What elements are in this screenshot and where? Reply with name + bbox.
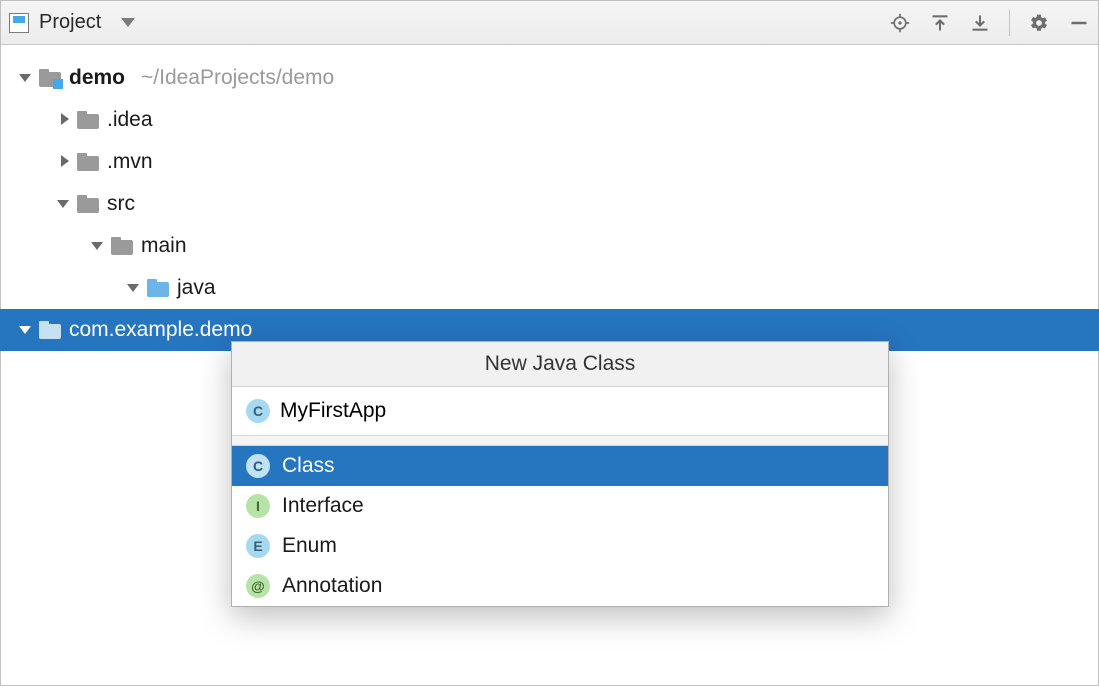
tree-node-label: java [177, 276, 216, 300]
project-icon [9, 13, 29, 33]
folder-icon [77, 111, 99, 129]
chevron-down-icon [19, 72, 31, 84]
tree-node-idea[interactable]: .idea [19, 99, 1098, 141]
chevron-down-icon [91, 240, 103, 252]
option-enum[interactable]: E Enum [232, 526, 888, 566]
toolbar-separator [1009, 10, 1010, 36]
option-class[interactable]: C Class [232, 446, 888, 486]
chevron-right-icon [57, 156, 69, 168]
project-toolbar: Project [1, 1, 1098, 45]
source-folder-icon [147, 279, 169, 297]
interface-badge-icon: I [246, 494, 270, 518]
folder-icon [111, 237, 133, 255]
dropdown-triangle-icon [121, 18, 135, 27]
option-label: Class [282, 454, 335, 478]
class-name-row: C [232, 387, 888, 436]
hide-panel-icon[interactable] [1068, 12, 1090, 34]
folder-icon [77, 153, 99, 171]
locate-icon[interactable] [889, 12, 911, 34]
class-badge-icon: C [246, 399, 270, 423]
option-label: Annotation [282, 574, 382, 598]
option-interface[interactable]: I Interface [232, 486, 888, 526]
class-name-input[interactable] [280, 397, 874, 425]
package-folder-icon [39, 321, 61, 339]
tree-node-mvn[interactable]: .mvn [19, 141, 1098, 183]
collapse-all-icon[interactable] [969, 12, 991, 34]
tree-node-label: com.example.demo [69, 318, 252, 342]
tree-node-label: main [141, 234, 187, 258]
module-folder-icon [39, 69, 61, 87]
new-class-popup: New Java Class C C Class I Interface E E… [231, 341, 889, 607]
annotation-badge-icon: @ [246, 574, 270, 598]
chevron-down-icon [57, 198, 69, 210]
tree-node-label: src [107, 192, 135, 216]
project-tree: demo ~/IdeaProjects/demo .idea .mvn src … [1, 45, 1098, 351]
tree-node-demo[interactable]: demo ~/IdeaProjects/demo [19, 57, 1098, 99]
class-badge-icon: C [246, 454, 270, 478]
tree-node-java[interactable]: java [19, 267, 1098, 309]
chevron-right-icon [57, 114, 69, 126]
project-title: Project [39, 11, 101, 34]
type-options-list: C Class I Interface E Enum @ Annotation [232, 446, 888, 606]
popup-separator [232, 436, 888, 446]
project-selector[interactable]: Project [9, 11, 135, 34]
option-label: Enum [282, 534, 337, 558]
tree-node-label: .idea [107, 108, 153, 132]
settings-gear-icon[interactable] [1028, 12, 1050, 34]
tree-node-main[interactable]: main [19, 225, 1098, 267]
tree-node-path: ~/IdeaProjects/demo [141, 66, 334, 90]
chevron-down-icon [19, 324, 31, 336]
option-annotation[interactable]: @ Annotation [232, 566, 888, 606]
folder-icon [77, 195, 99, 213]
enum-badge-icon: E [246, 534, 270, 558]
tree-node-label: .mvn [107, 150, 153, 174]
tree-node-src[interactable]: src [19, 183, 1098, 225]
expand-all-icon[interactable] [929, 12, 951, 34]
chevron-down-icon [127, 282, 139, 294]
popup-title: New Java Class [232, 342, 888, 387]
tree-node-label: demo [69, 66, 125, 90]
option-label: Interface [282, 494, 364, 518]
